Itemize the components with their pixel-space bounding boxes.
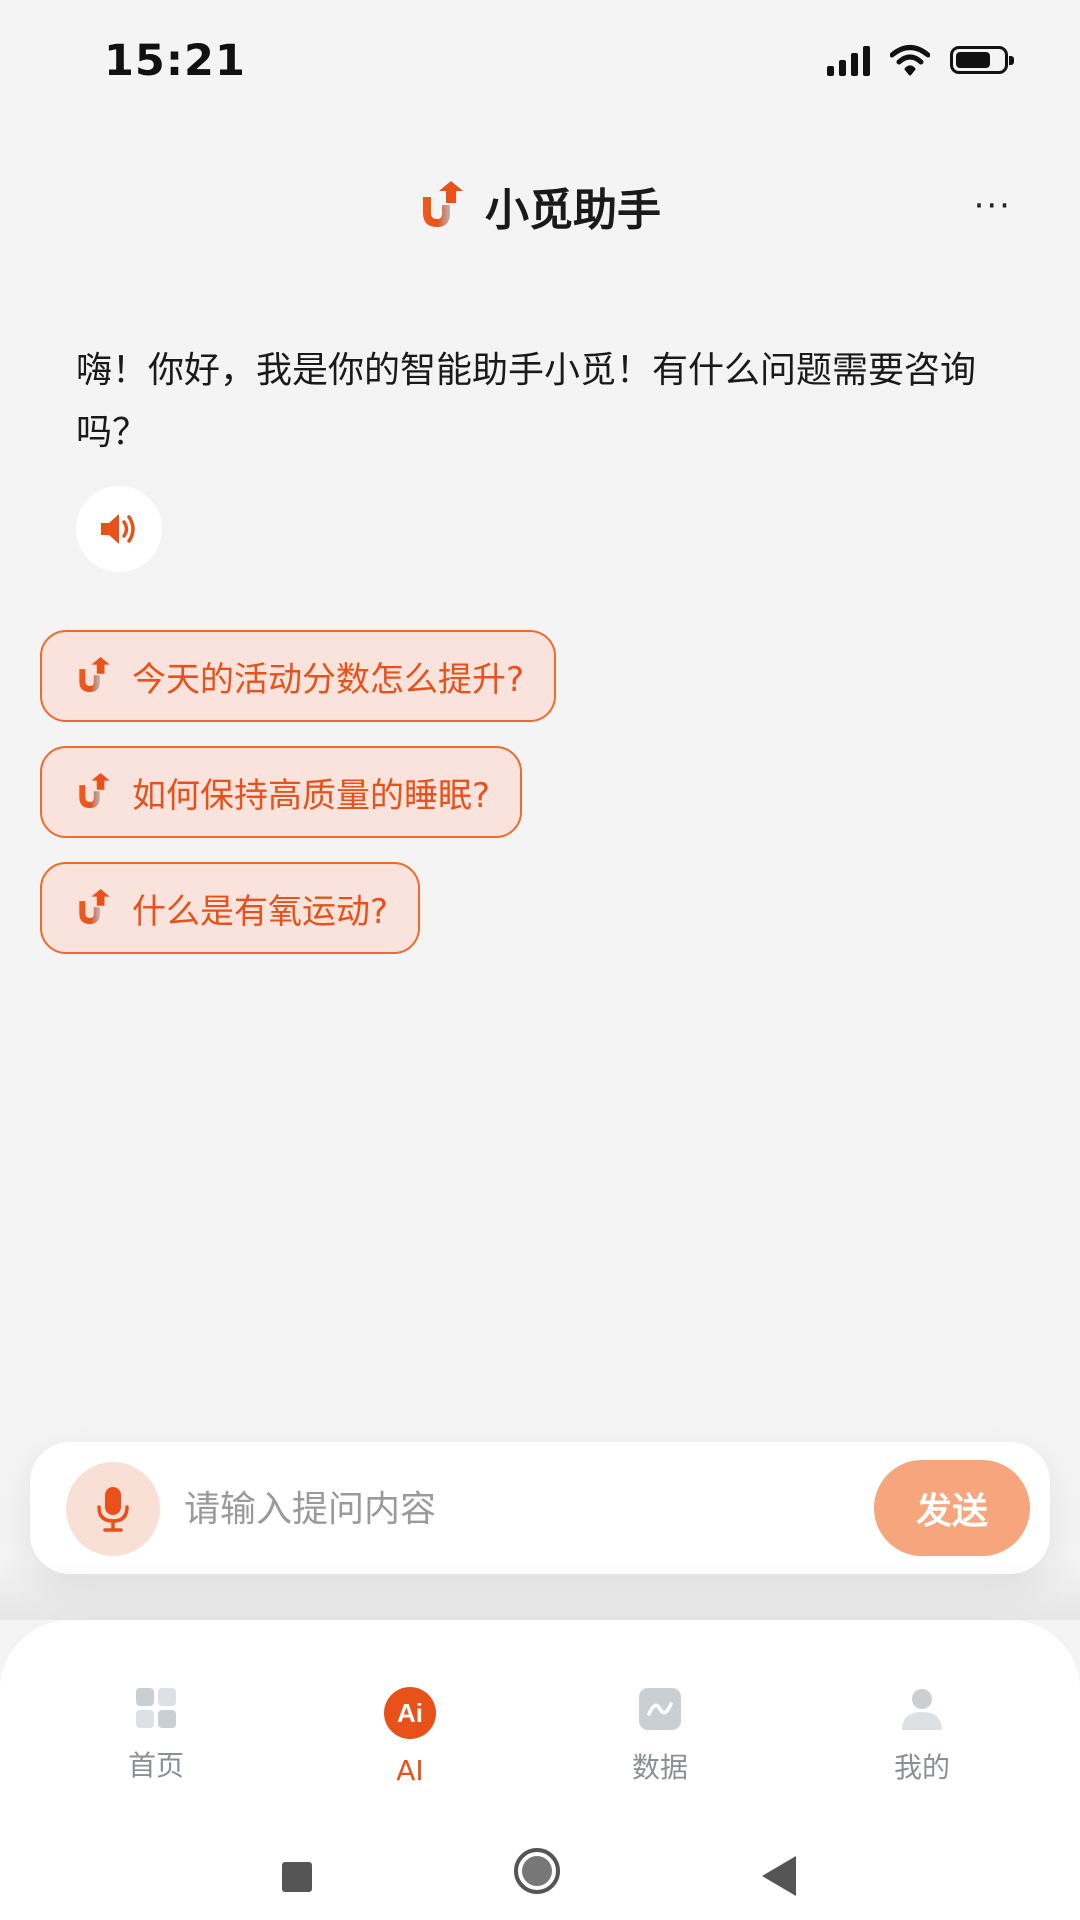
wifi-icon bbox=[890, 45, 930, 76]
send-button[interactable]: 发送 bbox=[874, 1460, 1030, 1556]
system-navigation-bar bbox=[0, 1840, 1080, 1910]
grid-icon bbox=[136, 1688, 176, 1728]
voice-input-button[interactable] bbox=[66, 1462, 160, 1556]
speaker-icon bbox=[101, 514, 135, 544]
page-title: 小觅助手 bbox=[485, 185, 661, 236]
microphone-icon bbox=[97, 1487, 129, 1532]
question-input[interactable] bbox=[182, 1480, 706, 1538]
svg-text:Ai: Ai bbox=[397, 1698, 423, 1728]
recent-apps-button[interactable] bbox=[282, 1862, 312, 1892]
signal-icon bbox=[827, 44, 870, 76]
suggestion-chip[interactable]: 什么是有氧运动? bbox=[40, 862, 421, 954]
header-title-group: 小觅助手 bbox=[0, 174, 1080, 238]
status-time: 15:21 bbox=[104, 36, 246, 86]
app-logo-icon bbox=[423, 181, 463, 227]
play-audio-button[interactable] bbox=[76, 486, 162, 572]
app-logo-icon bbox=[79, 773, 110, 808]
home-button[interactable] bbox=[514, 1848, 560, 1894]
suggestion-label: 如何保持高质量的睡眠? bbox=[132, 775, 491, 816]
tab-label: 我的 bbox=[893, 1751, 950, 1784]
tab-data[interactable]: 数据 bbox=[580, 1686, 740, 1786]
tab-home[interactable]: 首页 bbox=[76, 1686, 236, 1784]
ai-icon: Ai bbox=[384, 1687, 436, 1739]
app-logo-icon bbox=[79, 657, 110, 692]
tab-bar-shadow bbox=[0, 1560, 1080, 1620]
tab-ai[interactable]: Ai AI bbox=[330, 1686, 490, 1787]
battery-icon bbox=[950, 46, 1014, 74]
suggestion-chip[interactable]: 今天的活动分数怎么提升? bbox=[40, 630, 557, 722]
tab-profile[interactable]: 我的 bbox=[842, 1686, 1002, 1786]
suggestion-label: 什么是有氧运动? bbox=[132, 891, 389, 932]
user-icon bbox=[902, 1689, 942, 1730]
chart-icon bbox=[639, 1688, 681, 1730]
tab-label: 数据 bbox=[631, 1751, 688, 1784]
header: 小觅助手 ··· bbox=[0, 160, 1080, 250]
assistant-greeting-message: 嗨！你好，我是你的智能助手小觅！有什么问题需要咨询吗？ bbox=[76, 350, 977, 453]
tab-label: 首页 bbox=[127, 1749, 184, 1782]
suggestion-label: 今天的活动分数怎么提升? bbox=[132, 659, 525, 700]
app-logo-icon bbox=[79, 889, 110, 924]
status-bar: 15:21 bbox=[0, 0, 1080, 130]
chat-input-bar: 发送 bbox=[30, 1442, 1050, 1574]
tab-label: AI bbox=[396, 1754, 424, 1787]
more-options-button[interactable]: ··· bbox=[974, 186, 1012, 226]
status-icons bbox=[827, 44, 1014, 76]
suggestion-chip[interactable]: 如何保持高质量的睡眠? bbox=[40, 746, 523, 838]
back-button[interactable] bbox=[762, 1856, 796, 1896]
